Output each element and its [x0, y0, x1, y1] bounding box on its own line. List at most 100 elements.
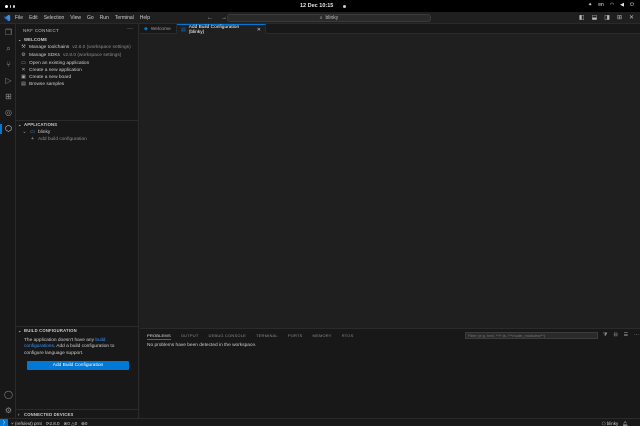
sdk-version: v2.8.0 (workspace settings) — [62, 52, 122, 58]
accounts-icon[interactable]: ◯ — [4, 390, 13, 399]
notification-dot — [343, 5, 346, 8]
close-tab-icon[interactable]: ✕ — [257, 27, 261, 33]
applications-section-header[interactable]: ⌄ APPLICATIONS — [18, 122, 57, 127]
bottom-panel: PROBLEMS OUTPUT DEBUG CONSOLE TERMINAL P… — [140, 328, 640, 418]
branch-status[interactable]: ⑂ (refs/ext) prnt — [11, 421, 42, 426]
active-app-status[interactable]: ⬡ blinky — [602, 421, 619, 426]
toggle-sidebar-icon[interactable]: ◧ — [579, 14, 585, 21]
menu-terminal[interactable]: Terminal — [115, 15, 134, 21]
ports-status[interactable]: ⊕0 — [81, 421, 87, 426]
manage-gear-icon[interactable]: ⚙ — [4, 406, 13, 415]
menu-edit[interactable]: Edit — [29, 15, 38, 21]
navigation-arrows: ← → — [207, 15, 227, 21]
nrf-app-icon: ⬡ — [601, 420, 606, 426]
browse-samples-item[interactable]: ▤ Browse samples — [21, 81, 64, 87]
more-actions-icon[interactable]: ··· — [634, 332, 639, 338]
clock[interactable]: 12 Dec 10:15 — [300, 3, 333, 9]
activities-button[interactable] — [5, 3, 16, 9]
close-window-icon[interactable]: ✕ — [629, 14, 634, 21]
tab-memory[interactable]: MEMORY — [313, 333, 332, 340]
editor-tabs: ◆ Welcome ▤ Add Build Configuration (bli… — [140, 24, 640, 35]
tab-ports[interactable]: PORTS — [288, 333, 303, 340]
open-existing-app-item[interactable]: ▭ Open an existing application — [21, 60, 89, 66]
menu-help[interactable]: Help — [140, 15, 150, 21]
collapse-all-icon[interactable]: ⊟ — [613, 332, 617, 338]
status-bar: ⟩ ⑂ (refs/ext) prnt ⟳2.8.0 ⊗0 △0 ⊕0 ⬡ bl… — [0, 418, 640, 426]
wand-icon: ✕ — [21, 67, 26, 73]
toolchain-icon: ⚒ — [21, 44, 26, 50]
menu-run[interactable]: Run — [100, 15, 109, 21]
build-configuration-message: The application doesn't have any build c… — [24, 338, 115, 356]
book-icon: ▤ — [21, 81, 26, 87]
title-bar: File Edit Selection View Go Run Terminal… — [0, 12, 640, 24]
panel-tabs: PROBLEMS OUTPUT DEBUG CONSOLE TERMINAL P… — [147, 333, 353, 340]
toggle-panel-icon[interactable]: ⬓ — [592, 14, 598, 21]
back-arrow-icon[interactable]: ← — [207, 15, 213, 21]
command-center-search[interactable]: ⌕ blinky — [227, 14, 431, 22]
problems-status[interactable]: ⊗0 △0 — [64, 421, 78, 426]
nrf-connect-sidebar: NRF CONNECT ··· ⌄ WELCOME ⚒ Manage toolch… — [16, 24, 139, 418]
menu-go[interactable]: Go — [87, 15, 94, 21]
add-build-configuration-link[interactable]: + Add build configuration — [30, 136, 87, 142]
vscode-tab-icon: ◆ — [144, 26, 148, 32]
view-as-list-icon[interactable]: ☰ — [624, 332, 628, 338]
manage-sdks-item[interactable]: ⚙ Manage SDKs v2.8.0 (workspace settings… — [21, 52, 121, 58]
tab-welcome[interactable]: ◆ Welcome — [140, 24, 177, 34]
device-icon[interactable]: ◎ — [4, 108, 13, 117]
search-view-icon[interactable]: ⌕ — [4, 44, 13, 53]
sdk-icon: ⚙ — [21, 52, 26, 58]
toggle-secondary-sidebar-icon[interactable]: ◨ — [604, 14, 610, 21]
accessibility-icon[interactable]: ✦ — [588, 2, 592, 8]
tab-add-build-configuration[interactable]: ▤ Add Build Configuration (blinky) ✕ — [177, 24, 266, 35]
power-icon[interactable]: ⏻ — [630, 2, 634, 8]
connected-devices-section-header[interactable]: › CONNECTED DEVICES — [18, 412, 73, 417]
vscode-logo-icon — [3, 14, 11, 22]
nrf-connect-icon[interactable]: ⬡ — [4, 124, 13, 133]
sync-status[interactable]: ⟳2.8.0 — [46, 421, 60, 426]
tab-debug-console[interactable]: DEBUG CONSOLE — [209, 333, 247, 340]
explorer-icon[interactable]: ❐ — [4, 28, 13, 37]
problems-message: No problems have been detected in the wo… — [147, 343, 257, 348]
tab-output[interactable]: OUTPUT — [181, 333, 199, 340]
filter-icon[interactable]: ⧩ — [603, 332, 607, 338]
branch-icon: ⑂ — [11, 420, 14, 426]
create-new-app-item[interactable]: ✕ Create a new application — [21, 67, 81, 73]
tab-rtos[interactable]: RTOS — [342, 333, 354, 340]
build-configuration-section-header[interactable]: ⌄ BUILD CONFIGURATION — [18, 328, 77, 333]
plus-icon: + — [31, 136, 34, 142]
more-actions-icon[interactable]: ··· — [127, 26, 133, 32]
customize-layout-icon[interactable]: ⊞ — [617, 14, 622, 21]
application-item-blinky[interactable]: ⌄ ▭ blinky — [22, 129, 50, 135]
editor-area[interactable] — [140, 34, 640, 328]
menu-view[interactable]: View — [70, 15, 81, 21]
language-indicator[interactable]: en — [598, 2, 604, 8]
remote-indicator-icon[interactable]: ⟩ — [0, 419, 8, 426]
search-text: blinky — [325, 15, 339, 21]
tab-problems[interactable]: PROBLEMS — [147, 333, 171, 340]
window-actions: ◧ ⬓ ◨ ⊞ ✕ — [579, 14, 634, 21]
extensions-icon[interactable]: ⊞ — [4, 92, 13, 101]
section-divider — [16, 120, 139, 121]
menu-file[interactable]: File — [15, 15, 23, 21]
source-control-icon[interactable]: ⑂ — [4, 60, 13, 69]
welcome-section-header[interactable]: ⌄ WELCOME — [18, 37, 47, 42]
application-icon: ▭ — [30, 129, 35, 135]
volume-icon[interactable]: ◀ — [620, 2, 624, 8]
wifi-icon[interactable]: ◠ — [610, 2, 614, 8]
status-right: ⬡ blinky 🔔︎ — [602, 421, 628, 426]
chevron-down-icon: ⌄ — [22, 129, 27, 135]
manage-toolchains-item[interactable]: ⚒ Manage toolchains v2.8.0 (workspace se… — [21, 44, 130, 50]
system-tray[interactable]: ✦ en ◠ ◀ ⏻ — [588, 2, 634, 8]
section-divider — [16, 326, 139, 327]
panel-actions: ⧩ ⊟ ☰ ··· ⌃ ✕ — [603, 332, 640, 338]
board-icon: ▣ — [21, 74, 26, 80]
menu-selection[interactable]: Selection — [44, 15, 65, 21]
folder-open-icon: ▭ — [21, 60, 26, 66]
add-build-configuration-button[interactable]: Add Build Configuration — [27, 361, 129, 370]
problems-filter-input[interactable] — [465, 332, 598, 339]
run-debug-icon[interactable]: ▷ — [4, 76, 13, 85]
tab-terminal[interactable]: TERMINAL — [256, 333, 278, 340]
notifications-bell-icon[interactable]: 🔔︎ — [622, 421, 628, 426]
nrf-tab-icon: ▤ — [181, 26, 186, 33]
create-new-board-item[interactable]: ▣ Create a new board — [21, 74, 71, 80]
